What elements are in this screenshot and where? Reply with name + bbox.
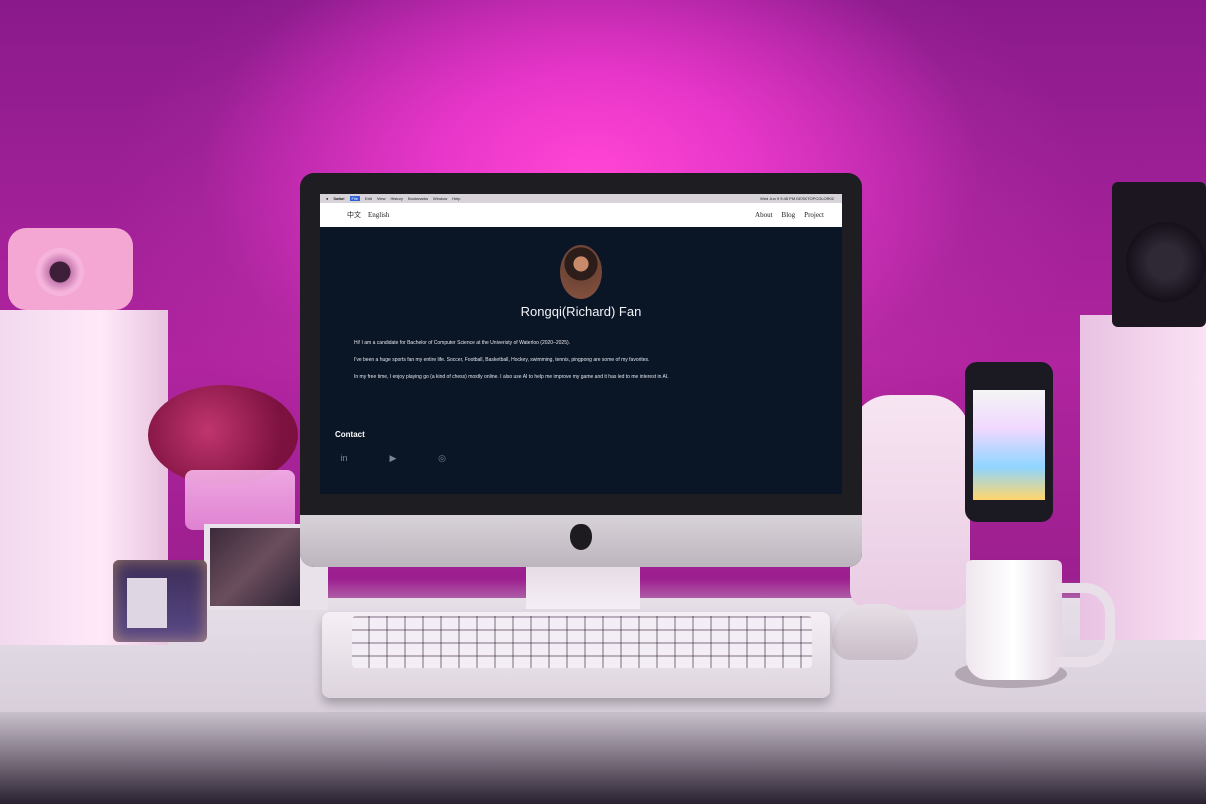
mug-handle — [1055, 583, 1115, 667]
contact-heading: Contact — [335, 430, 365, 439]
instant-camera — [8, 228, 133, 310]
phone-screen — [973, 390, 1045, 500]
imac-screen: ● Safari File Edit View History Bookmark… — [320, 194, 842, 494]
lang-chinese-link[interactable]: 中文 — [347, 210, 361, 220]
nav-blog-link[interactable]: Blog — [782, 211, 796, 219]
keyboard-keys — [352, 616, 812, 668]
bio-paragraph-2: I've been a huge sports fan my entire li… — [354, 357, 650, 363]
os-menubar: ● Safari File Edit View History Bookmark… — [320, 194, 842, 203]
imac-stand — [526, 567, 640, 609]
menu-help[interactable]: Help — [452, 196, 460, 201]
candle-label — [127, 578, 167, 628]
mug — [966, 560, 1062, 680]
desk-edge — [0, 712, 1206, 804]
menubar-status: Wed Jun 9 9:45 PM DESKTOPCOLOR02 — [760, 196, 834, 201]
menu-edit[interactable]: Edit — [365, 196, 372, 201]
lang-english-link[interactable]: English — [368, 211, 389, 219]
contact-icons: in ▶ ◎ — [337, 453, 449, 464]
keyboard — [322, 612, 830, 698]
apple-menu-icon[interactable]: ● — [326, 196, 328, 201]
linkedin-icon[interactable]: in — [337, 453, 351, 464]
profile-name: Rongqi(Richard) Fan — [520, 304, 642, 319]
speaker-grille — [1126, 222, 1206, 302]
nav-about-link[interactable]: About — [755, 211, 773, 219]
menu-safari[interactable]: Safari — [333, 196, 344, 201]
phone — [965, 362, 1053, 522]
apple-logo-icon — [570, 524, 592, 550]
youtube-icon[interactable]: ▶ — [386, 453, 400, 464]
avatar — [560, 245, 602, 299]
candle — [113, 560, 207, 642]
mouse — [832, 604, 918, 660]
thumbs-up-statue — [850, 395, 970, 610]
menu-file[interactable]: File — [349, 196, 360, 201]
glass-jar — [185, 470, 295, 530]
camera-lens — [36, 248, 84, 296]
menu-view[interactable]: View — [377, 196, 386, 201]
bio-paragraph-1: Hi! I am a candidate for Bachelor of Com… — [354, 340, 571, 346]
site-navbar: 中文 English About Blog Project — [320, 203, 842, 227]
menu-bookmarks[interactable]: Bookmarks — [408, 196, 428, 201]
speaker — [1112, 182, 1206, 327]
menu-window[interactable]: Window — [433, 196, 447, 201]
photo-image — [210, 528, 300, 606]
menu-history[interactable]: History — [391, 196, 403, 201]
wechat-icon[interactable]: ◎ — [435, 453, 449, 464]
nav-project-link[interactable]: Project — [804, 211, 824, 219]
bio-paragraph-3: In my free time, I enjoy playing go (a k… — [354, 374, 669, 380]
